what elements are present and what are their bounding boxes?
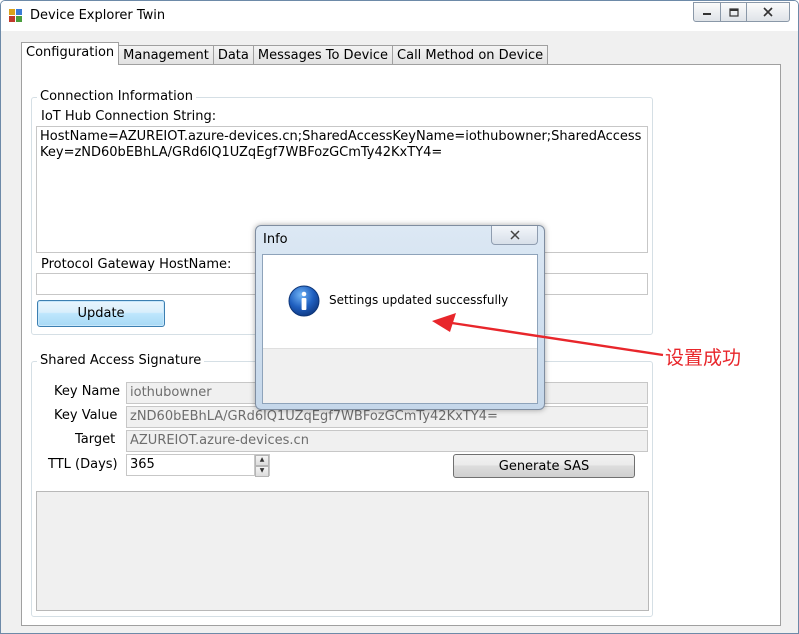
key-name-label: Key Name [54, 384, 121, 399]
generate-sas-button[interactable]: Generate SAS [453, 454, 635, 478]
minimize-icon [703, 13, 711, 15]
maximize-button[interactable] [721, 2, 747, 22]
tab-configuration[interactable]: Configuration [21, 42, 120, 65]
tab-strip: Configuration Management Data Messages T… [21, 42, 549, 65]
update-button[interactable]: Update [37, 300, 165, 327]
app-grid-icon [9, 9, 22, 22]
dialog-message: Settings updated successfully [329, 293, 509, 307]
stepper-down-button[interactable]: ▼ [255, 466, 269, 477]
info-icon [288, 285, 320, 317]
close-icon [509, 230, 520, 240]
ttl-field[interactable]: 365 [126, 454, 270, 476]
ttl-label: TTL (Days) [48, 457, 118, 472]
connection-group-title: Connection Information [37, 89, 196, 104]
tab-data[interactable]: Data [212, 45, 254, 65]
target-label: Target [75, 432, 116, 447]
tab-call-method[interactable]: Call Method on Device [392, 45, 549, 65]
maximize-icon [728, 7, 739, 17]
dialog-close-button[interactable] [491, 226, 538, 245]
chevron-down-icon: ▼ [259, 467, 265, 474]
close-icon [763, 7, 773, 17]
conn-string-label: IoT Hub Connection String: [41, 109, 217, 124]
tab-management[interactable]: Management [118, 45, 214, 65]
close-button[interactable] [747, 2, 790, 22]
minimize-button[interactable] [693, 2, 721, 22]
window-controls [693, 2, 790, 22]
title-bar[interactable]: Device Explorer Twin [1, 1, 798, 31]
annotation-text: 设置成功 [665, 347, 742, 369]
stepper-up-button[interactable]: ▲ [255, 455, 269, 466]
sas-output-area[interactable] [36, 491, 649, 611]
gateway-label: Protocol Gateway HostName: [41, 257, 232, 272]
tab-messages-to-device[interactable]: Messages To Device [252, 45, 394, 65]
target-field[interactable]: AZUREIOT.azure-devices.cn [126, 430, 648, 452]
annotation-arrow-icon [432, 313, 664, 357]
window-title: Device Explorer Twin [30, 8, 166, 23]
chevron-up-icon: ▲ [259, 456, 265, 463]
dialog-title: Info [263, 232, 288, 247]
key-value-label: Key Value [54, 408, 118, 423]
ttl-stepper[interactable]: ▲ ▼ [254, 455, 269, 477]
sas-group-title: Shared Access Signature [37, 353, 205, 368]
